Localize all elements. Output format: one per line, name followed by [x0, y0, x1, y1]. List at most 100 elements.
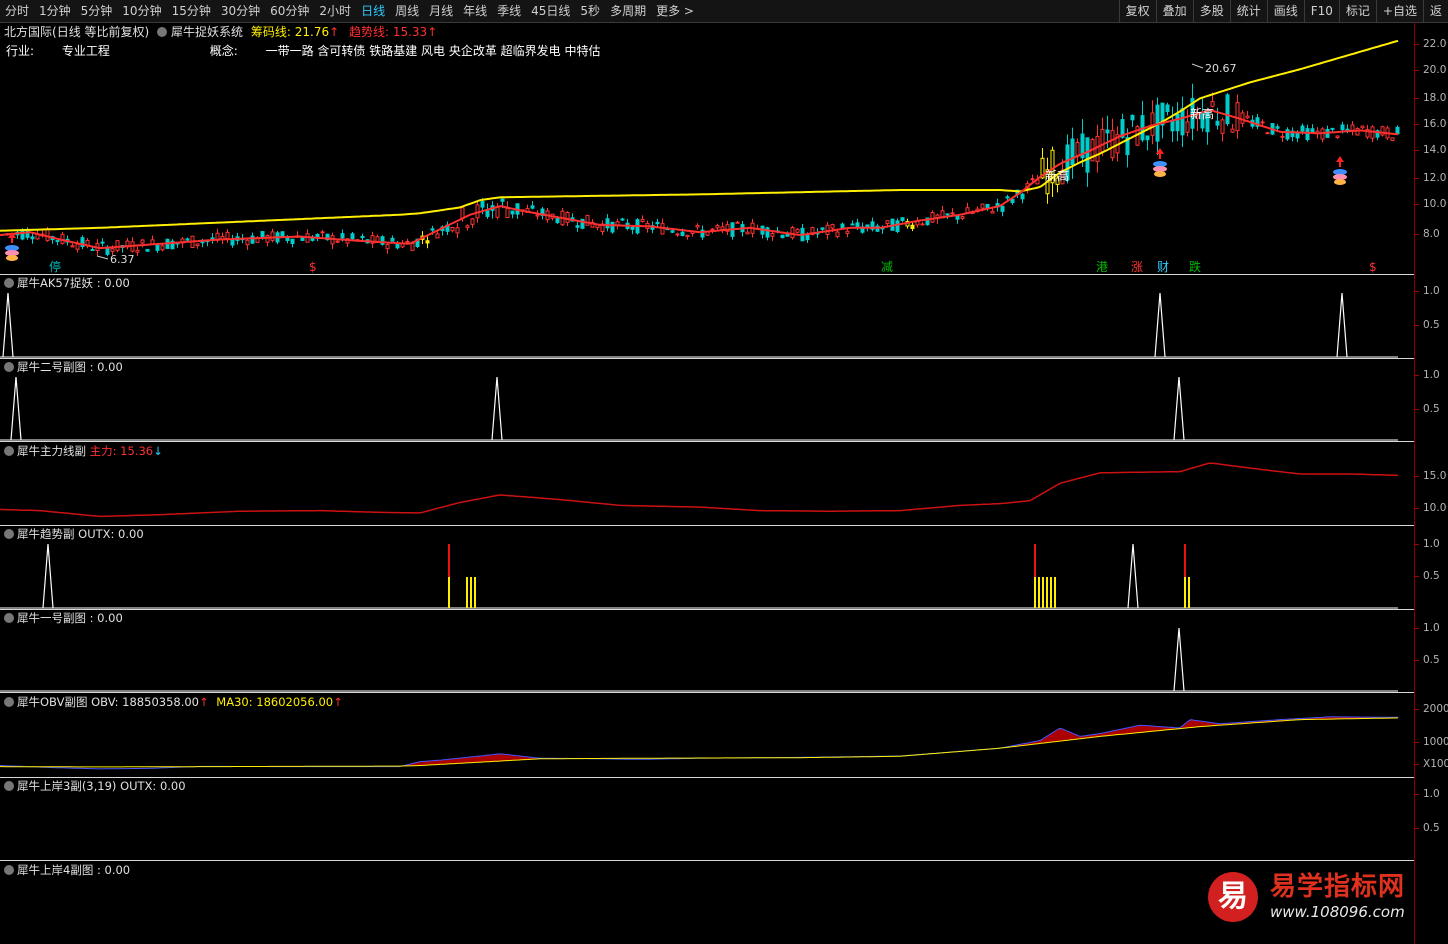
candle-body [670, 230, 675, 233]
obv-value: OBV: 18850358.00 [91, 695, 199, 709]
panel-separator [0, 692, 1414, 693]
candle-body [500, 198, 505, 202]
candle-body [1245, 115, 1250, 119]
axis-tick: 15.0 [1415, 470, 1448, 482]
panel-value: : 0.00 [96, 863, 131, 877]
axis-tick: 1.0 [1415, 369, 1448, 381]
panel-value: : 0.00 [89, 360, 123, 374]
panel-title-shore4: 犀牛上岸4副图 : 0.00 [4, 863, 130, 877]
candle-body [1085, 137, 1090, 173]
candle-body [405, 240, 410, 243]
candle-body [1230, 128, 1235, 133]
watermark-title: 易学指标网 [1270, 872, 1406, 902]
candle-body [980, 203, 985, 209]
panel-separator [0, 777, 1414, 778]
candle-body [715, 225, 720, 229]
axis-tick: 20.0 [1415, 64, 1448, 76]
candle-body [910, 224, 915, 230]
candle-body [1095, 136, 1100, 163]
settings-icon[interactable] [4, 362, 14, 372]
tool-button-8[interactable]: 返 [1422, 0, 1448, 22]
axis-tick: 1.0 [1415, 538, 1448, 550]
event-label: 财 [1157, 260, 1169, 274]
candle-body [920, 223, 925, 226]
axis-tick: X1000 [1415, 758, 1448, 770]
candle-body [1185, 121, 1190, 133]
candle-body [1300, 125, 1305, 132]
candle-body [1105, 129, 1110, 134]
axis-tick: 14.0 [1415, 144, 1448, 156]
candle-body [1000, 205, 1005, 212]
settings-icon[interactable] [4, 697, 14, 707]
settings-icon[interactable] [4, 613, 14, 623]
candle-body [605, 218, 610, 229]
candle-body [1360, 125, 1365, 129]
candle-body [75, 243, 80, 250]
candle-body [410, 243, 415, 251]
main-force-line [0, 462, 1399, 518]
candle-body [270, 231, 275, 241]
signal-bar [448, 577, 450, 608]
signal-bar-red [1184, 544, 1186, 577]
watermark: 易 易学指标网 www.108096.com [1208, 872, 1405, 922]
candle-body [895, 220, 900, 233]
settings-icon[interactable] [4, 529, 14, 539]
candle-body [505, 208, 510, 218]
settings-icon[interactable] [4, 446, 14, 456]
candle-body [1335, 135, 1340, 138]
candle-body [1130, 114, 1135, 121]
candle-body [1380, 126, 1385, 136]
watermark-url: www.108096.com [1270, 903, 1405, 921]
candle-body [640, 218, 645, 223]
axis-tick: 16.0 [1415, 118, 1448, 130]
axis-tick: 10.0 [1415, 198, 1448, 210]
high-price-label: 20.67 [1205, 62, 1237, 75]
panel-title-shore3: 犀牛上岸3副(3,19) OUTX: 0.00 [4, 779, 186, 793]
candle-body [480, 201, 485, 208]
ak57-spike [2, 292, 14, 358]
panel-value: 主力: 15.36 [89, 444, 154, 458]
candle-body [425, 240, 430, 244]
candle-body [1165, 104, 1170, 113]
candle-body [1070, 138, 1075, 166]
candle-body [1240, 112, 1245, 124]
axis-tick: 0.5 [1415, 654, 1448, 666]
event-label: 涨 [1131, 259, 1143, 274]
candle-body [340, 233, 345, 239]
candle-body [735, 221, 740, 224]
panel-separator [0, 274, 1414, 275]
signal-bar [474, 577, 476, 608]
price-axis: 22.0 20.0 18.0 16.0 14.0 12.0 10.0 8.0 1.0 0.5 1.0… [1414, 22, 1448, 944]
settings-icon[interactable] [4, 781, 14, 791]
candle-body [610, 221, 615, 233]
candle-body [1310, 128, 1315, 133]
candle-body [510, 210, 515, 215]
candle-body [25, 229, 30, 238]
candle-body [885, 220, 890, 224]
trend-outx-spike [1127, 543, 1139, 609]
panel-name: 犀牛上岸3副(3,19) [17, 779, 117, 793]
candle-body [250, 235, 255, 244]
candle-body [565, 211, 570, 223]
candle-body [785, 233, 790, 237]
panel-name: 犀牛主力线副 [17, 444, 86, 458]
candle-body [1010, 198, 1015, 204]
panel-value: OUTX: 0.00 [120, 779, 186, 793]
candle-body [695, 224, 700, 228]
candle-body [1260, 121, 1265, 124]
event-label: 停 [49, 259, 61, 274]
candle-body [790, 227, 795, 239]
signal-disc [1154, 171, 1166, 177]
candle-body [230, 239, 235, 246]
settings-icon[interactable] [4, 278, 14, 288]
candle-body [620, 218, 625, 221]
candle-body [465, 225, 470, 228]
candle-body [680, 231, 685, 236]
buy-arrow-icon [1336, 156, 1344, 167]
candle-body [850, 223, 855, 226]
signal-bar [466, 577, 468, 608]
settings-icon[interactable] [4, 865, 14, 875]
candle-body [930, 212, 935, 223]
chart-canvas[interactable]: 6.3720.67新高新高停 $ 减港涨财跌 $ [0, 0, 1414, 944]
axis-tick: 0.5 [1415, 319, 1448, 331]
